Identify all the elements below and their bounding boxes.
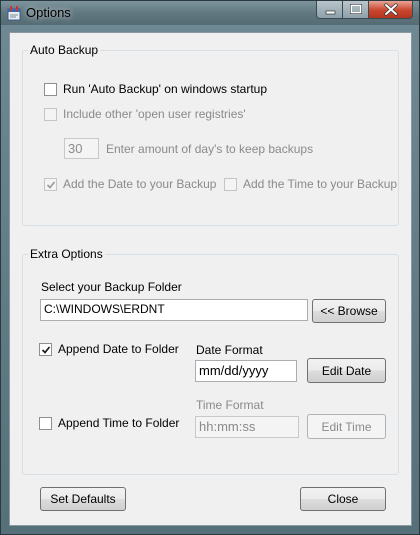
maximize-button[interactable] <box>343 1 369 19</box>
maximize-icon <box>350 3 362 14</box>
append-date-box[interactable] <box>39 342 52 356</box>
caption-buttons <box>316 1 413 19</box>
checkmark-icon <box>46 180 56 189</box>
add-time-label: Add the Time to your Backup <box>243 177 398 191</box>
extra-options-legend: Extra Options <box>30 247 103 261</box>
options-window: Options Auto Backup Run 'Auto Backup' on… <box>0 0 420 535</box>
date-format-label: Date Format <box>196 343 263 357</box>
browse-button[interactable]: << Browse <box>312 299 386 323</box>
date-format-input[interactable]: mm/dd/yyyy <box>195 360 297 382</box>
edit-time-button[interactable]: Edit Time <box>307 414 386 439</box>
include-registries-label: Include other 'open user registries' <box>63 107 246 121</box>
run-on-startup-box[interactable] <box>44 82 57 96</box>
add-date-box[interactable] <box>44 177 57 191</box>
close-button[interactable]: Close <box>300 487 386 511</box>
time-format-input[interactable]: hh:mm:ss <box>195 416 299 438</box>
checkmark-icon <box>41 345 51 354</box>
set-defaults-button[interactable]: Set Defaults <box>40 487 126 511</box>
title-bar[interactable]: Options <box>1 1 419 25</box>
dialog-body: Auto Backup Run 'Auto Backup' on windows… <box>9 32 412 526</box>
add-date-label: Add the Date to your Backup <box>63 177 217 191</box>
days-to-keep-input[interactable]: 30 <box>64 138 99 159</box>
window-title: Options <box>26 5 71 20</box>
include-registries-checkbox[interactable]: Include other 'open user registries' <box>44 107 246 121</box>
auto-backup-legend: Auto Backup <box>30 43 99 57</box>
run-on-startup-label: Run 'Auto Backup' on windows startup <box>63 82 268 96</box>
days-to-keep-label: Enter amount of day's to keep backups <box>106 142 314 156</box>
append-date-label: Append Date to Folder <box>58 342 179 356</box>
backup-folder-label: Select your Backup Folder <box>41 280 182 294</box>
add-time-box[interactable] <box>224 177 237 191</box>
options-app-icon <box>7 6 21 21</box>
auto-backup-group: Auto Backup <box>22 43 399 226</box>
append-time-box[interactable] <box>39 416 52 430</box>
close-icon <box>384 3 398 16</box>
add-date-checkbox[interactable]: Add the Date to your Backup <box>44 177 216 191</box>
minimize-button[interactable] <box>316 1 343 19</box>
append-date-checkbox[interactable]: Append Date to Folder <box>39 342 179 356</box>
append-time-label: Append Time to Folder <box>58 416 180 430</box>
include-registries-box[interactable] <box>44 107 57 121</box>
run-on-startup-checkbox[interactable]: Run 'Auto Backup' on windows startup <box>44 82 267 96</box>
backup-folder-input[interactable]: C:\WINDOWS\ERDNT <box>40 299 308 321</box>
minimize-icon <box>325 10 336 15</box>
time-format-label: Time Format <box>196 398 264 412</box>
edit-date-button[interactable]: Edit Date <box>307 358 386 383</box>
append-time-checkbox[interactable]: Append Time to Folder <box>39 416 179 430</box>
close-window-button[interactable] <box>369 1 413 19</box>
add-time-checkbox[interactable]: Add the Time to your Backup <box>224 177 397 191</box>
